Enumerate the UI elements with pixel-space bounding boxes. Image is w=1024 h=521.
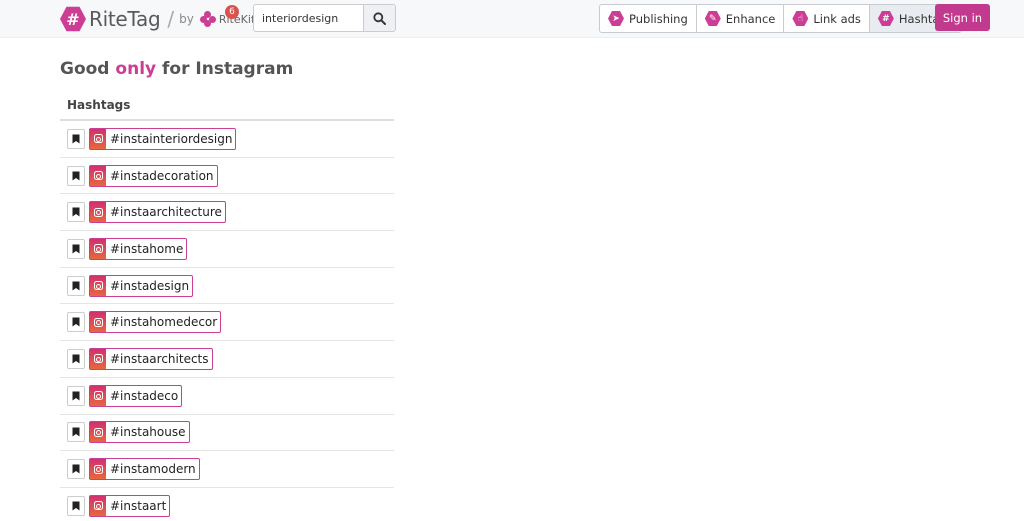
- table-row: #instahome: [60, 231, 394, 268]
- hashtag-chip[interactable]: #instaarchitecture: [89, 201, 226, 224]
- hashtag-label: #instahome: [110, 241, 184, 256]
- bookmark-button[interactable]: [67, 238, 85, 259]
- bookmark-button[interactable]: [67, 459, 85, 480]
- bookmark-icon: [72, 134, 80, 144]
- bookmark-icon: [72, 464, 80, 474]
- hashtag-label: #instadeco: [110, 388, 179, 403]
- hashtag-chip[interactable]: #instaarchitects: [89, 347, 213, 370]
- bookmark-button[interactable]: [67, 202, 85, 223]
- hashtag-chip[interactable]: #instamodern: [89, 458, 200, 481]
- bookmark-button[interactable]: [67, 348, 85, 369]
- main-nav: ➤ Publishing ✎ Enhance ☝ Link ads # Hash…: [599, 4, 962, 33]
- bookmark-icon: [72, 501, 80, 511]
- logo-text: RiteTag: [89, 7, 161, 31]
- hashtag-label: #instainteriordesign: [110, 131, 233, 146]
- hashtag-label: #instahomedecor: [110, 315, 218, 330]
- bookmark-button[interactable]: [67, 385, 85, 406]
- bookmark-icon: [72, 354, 80, 364]
- hashtag-rows: #instainteriordesign #instadecoration #ins…: [60, 121, 394, 521]
- nav-enhance[interactable]: ✎ Enhance: [697, 5, 785, 32]
- nav-link-ads[interactable]: ☝ Link ads: [784, 5, 870, 32]
- bookmark-button[interactable]: [67, 275, 85, 296]
- instagram-icon: [90, 165, 106, 186]
- logo-by: by: [179, 12, 194, 26]
- link-ads-icon: ☝: [792, 10, 809, 27]
- title-suffix: for Instagram: [156, 59, 294, 79]
- instagram-icon: [90, 459, 106, 480]
- table-row: #instaart: [60, 488, 394, 521]
- notification-badge[interactable]: 6: [225, 5, 239, 19]
- bookmark-button[interactable]: [67, 128, 85, 149]
- table-row: #instamodern: [60, 451, 394, 488]
- hashtag-chip[interactable]: #instadeco: [89, 384, 183, 407]
- hashtag-label: #instaart: [110, 498, 167, 513]
- instagram-icon: [90, 202, 106, 223]
- table-row: #instaarchitecture: [60, 194, 394, 232]
- table-row: #instainteriordesign: [60, 121, 394, 158]
- sign-in-button[interactable]: Sign in: [935, 4, 990, 31]
- hashtag-chip[interactable]: #instainteriordesign: [89, 127, 237, 150]
- hashtags-icon: #: [877, 10, 894, 27]
- hashtag-chip[interactable]: #instahomedecor: [89, 311, 222, 334]
- instagram-icon: [90, 495, 106, 516]
- table-row: #instadesign: [60, 268, 394, 305]
- ritekit-icon: [199, 11, 216, 27]
- nav-publishing-label: Publishing: [629, 11, 688, 26]
- instagram-icon: [90, 312, 106, 333]
- top-bar: # RiteTag / by RiteKit 6 ➤ Publishing: [0, 0, 1024, 38]
- bookmark-button[interactable]: [67, 422, 85, 443]
- hashtag-chip[interactable]: #instadecoration: [89, 164, 218, 187]
- hashtag-chip[interactable]: #instadesign: [89, 274, 194, 297]
- hashtag-label: #instaarchitects: [110, 351, 209, 366]
- publishing-icon: ➤: [608, 10, 624, 27]
- hashtag-chip[interactable]: #instaart: [89, 494, 171, 517]
- search-button[interactable]: [363, 4, 396, 32]
- enhance-icon: ✎: [704, 10, 721, 27]
- instagram-icon: [90, 128, 106, 149]
- table-row: #instadecoration: [60, 158, 394, 195]
- nav-enhance-label: Enhance: [725, 11, 776, 26]
- title-accent: only: [115, 59, 157, 79]
- hashtag-label: #instadecoration: [110, 168, 214, 183]
- search-icon: [373, 11, 386, 25]
- hashtag-label: #instadesign: [110, 278, 190, 293]
- bookmark-icon: [72, 427, 80, 437]
- hashtag-label: #instahouse: [110, 425, 186, 440]
- bookmark-button[interactable]: [67, 165, 85, 186]
- nav-publishing[interactable]: ➤ Publishing: [600, 5, 697, 32]
- hashtag-chip[interactable]: #instahome: [89, 237, 188, 260]
- column-header: Hashtags: [60, 90, 394, 121]
- bookmark-button[interactable]: [67, 312, 85, 333]
- instagram-icon: [90, 238, 106, 259]
- hashtag-hex-icon: #: [60, 6, 86, 32]
- table-row: #instahouse: [60, 415, 394, 452]
- search-input[interactable]: [253, 4, 363, 32]
- title-prefix: Good: [60, 59, 116, 79]
- hashtags-table: Hashtags #instainteriordesign #instadecor…: [60, 90, 394, 521]
- bookmark-icon: [72, 244, 80, 254]
- instagram-icon: [90, 275, 106, 296]
- hashtag-chip[interactable]: #instahouse: [89, 421, 190, 444]
- bookmark-icon: [72, 317, 80, 327]
- bookmark-icon: [72, 171, 80, 181]
- logo-slash: /: [167, 7, 175, 31]
- bookmark-icon: [72, 207, 80, 217]
- table-row: #instahomedecor: [60, 304, 394, 342]
- bookmark-button[interactable]: [67, 495, 85, 516]
- table-row: #instadeco: [60, 378, 394, 415]
- instagram-icon: [90, 422, 106, 443]
- instagram-icon: [90, 385, 106, 406]
- bookmark-icon: [72, 281, 80, 291]
- hashtag-label: #instaarchitecture: [110, 205, 222, 220]
- bookmark-icon: [72, 391, 80, 401]
- hashtag-label: #instamodern: [110, 462, 196, 477]
- search-form: [253, 4, 396, 32]
- nav-link-ads-label: Link ads: [813, 11, 861, 26]
- instagram-icon: [90, 348, 106, 369]
- table-row: #instaarchitects: [60, 341, 394, 378]
- page-title: Good only for Instagram: [60, 59, 293, 79]
